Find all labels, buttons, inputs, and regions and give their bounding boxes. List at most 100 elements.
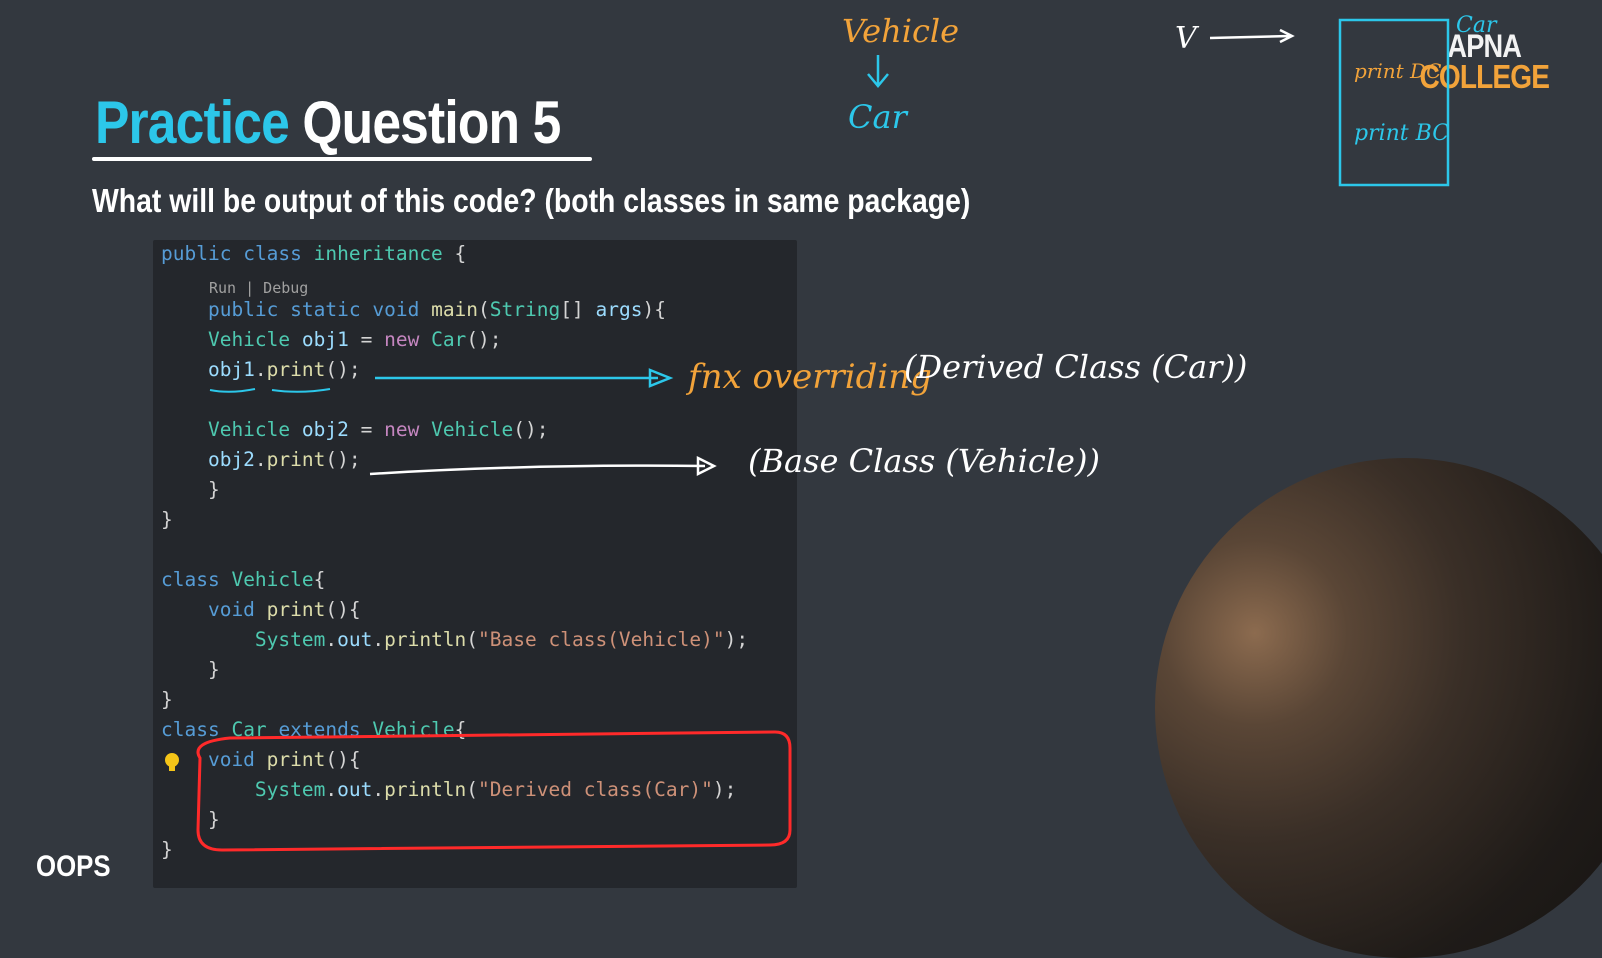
code-token: (); [466, 328, 502, 351]
annotation-down-arrow [867, 55, 889, 88]
code-token: extends [278, 718, 361, 741]
code-line: void print(){ [161, 596, 361, 624]
code-token: (); [513, 418, 549, 441]
annotation-v-arrow [1209, 28, 1295, 44]
code-line: System.out.println("Base class(Vehicle)"… [161, 626, 748, 654]
code-token: main [431, 298, 479, 321]
code-token: new [384, 328, 420, 351]
footer-label: OOPS [36, 850, 111, 883]
code-token: ( [466, 778, 479, 801]
code-token: obj2 [301, 418, 349, 441]
code-token: . [254, 358, 267, 381]
code-token: = [348, 328, 385, 351]
code-token: [] [560, 298, 596, 321]
code-line: } [161, 658, 220, 681]
logo-line2: COLLEGE [1419, 58, 1550, 95]
code-token: args [595, 298, 643, 321]
code-token: print [266, 598, 326, 621]
code-token: static [290, 298, 361, 321]
code-token: void [372, 298, 420, 321]
code-token: ); [712, 778, 737, 801]
code-token: println [384, 628, 467, 651]
code-line: public class inheritance { [161, 240, 466, 268]
code-token: . [325, 628, 338, 651]
code-token: Vehicle [161, 328, 291, 351]
code-token: obj1 [301, 328, 349, 351]
code-token: ); [724, 628, 749, 651]
code-token: { [454, 718, 467, 741]
code-token: ( [478, 298, 490, 321]
code-line: class Vehicle{ [161, 566, 325, 594]
annotation-v-label: V [1175, 21, 1200, 56]
code-token: (); [325, 358, 361, 381]
code-token: public [161, 298, 279, 321]
code-token: System [161, 628, 326, 651]
title-underline [92, 157, 592, 161]
code-token: . [325, 778, 338, 801]
code-token: inheritance [313, 242, 443, 265]
code-line: obj2.print(); [161, 446, 361, 474]
code-editor: public class inheritance { Run | Debug p… [153, 240, 797, 888]
presenter-video [1155, 458, 1602, 958]
code-token: void [161, 748, 255, 771]
code-line: void print(){ [161, 746, 361, 774]
code-token: ){ [642, 298, 666, 321]
slide-subtitle: What will be output of this code? (both … [92, 182, 971, 219]
code-token: . [254, 448, 267, 471]
code-token: class [161, 568, 220, 591]
code-token: obj1 [161, 358, 255, 381]
code-token: println [384, 778, 467, 801]
code-token: new [384, 418, 420, 441]
code-line: } [161, 838, 173, 861]
code-line: } [161, 508, 173, 531]
code-token: { [442, 242, 467, 265]
code-token: String [489, 298, 561, 321]
code-token: out [337, 628, 373, 651]
annotation-car: Car [848, 98, 909, 136]
code-token: print [266, 358, 326, 381]
code-token: Car [431, 328, 467, 351]
code-token: "Base class(Vehicle)" [478, 628, 725, 651]
code-token: (){ [325, 748, 361, 771]
code-token: = [348, 418, 385, 441]
code-token: . [372, 778, 385, 801]
code-token: (){ [325, 598, 361, 621]
code-line: public static void main(String[] args){ [161, 296, 666, 324]
code-line: } [161, 478, 220, 501]
annotation-vehicle: Vehicle [842, 12, 959, 50]
code-token: "Derived class(Car)" [478, 778, 713, 801]
annotation-box-item2: print BC [1354, 121, 1449, 146]
code-token: ( [466, 628, 479, 651]
code-token: Vehicle [161, 418, 291, 441]
title-rest: Question 5 [302, 89, 561, 156]
code-token: class [161, 718, 220, 741]
annotation-base-class: (Base Class (Vehicle)) [748, 442, 1100, 480]
code-token: System [161, 778, 326, 801]
code-token: Vehicle [231, 568, 314, 591]
code-token: out [337, 778, 373, 801]
code-token: void [161, 598, 255, 621]
code-line: obj1.print(); [161, 356, 361, 384]
code-line: class Car extends Vehicle{ [161, 716, 466, 744]
code-token: Vehicle [372, 718, 455, 741]
code-token: print [266, 448, 326, 471]
code-token: obj2 [161, 448, 255, 471]
code-token: Vehicle [431, 418, 514, 441]
code-token: class [243, 242, 302, 265]
code-token: print [266, 748, 326, 771]
code-token: Car [231, 718, 267, 741]
